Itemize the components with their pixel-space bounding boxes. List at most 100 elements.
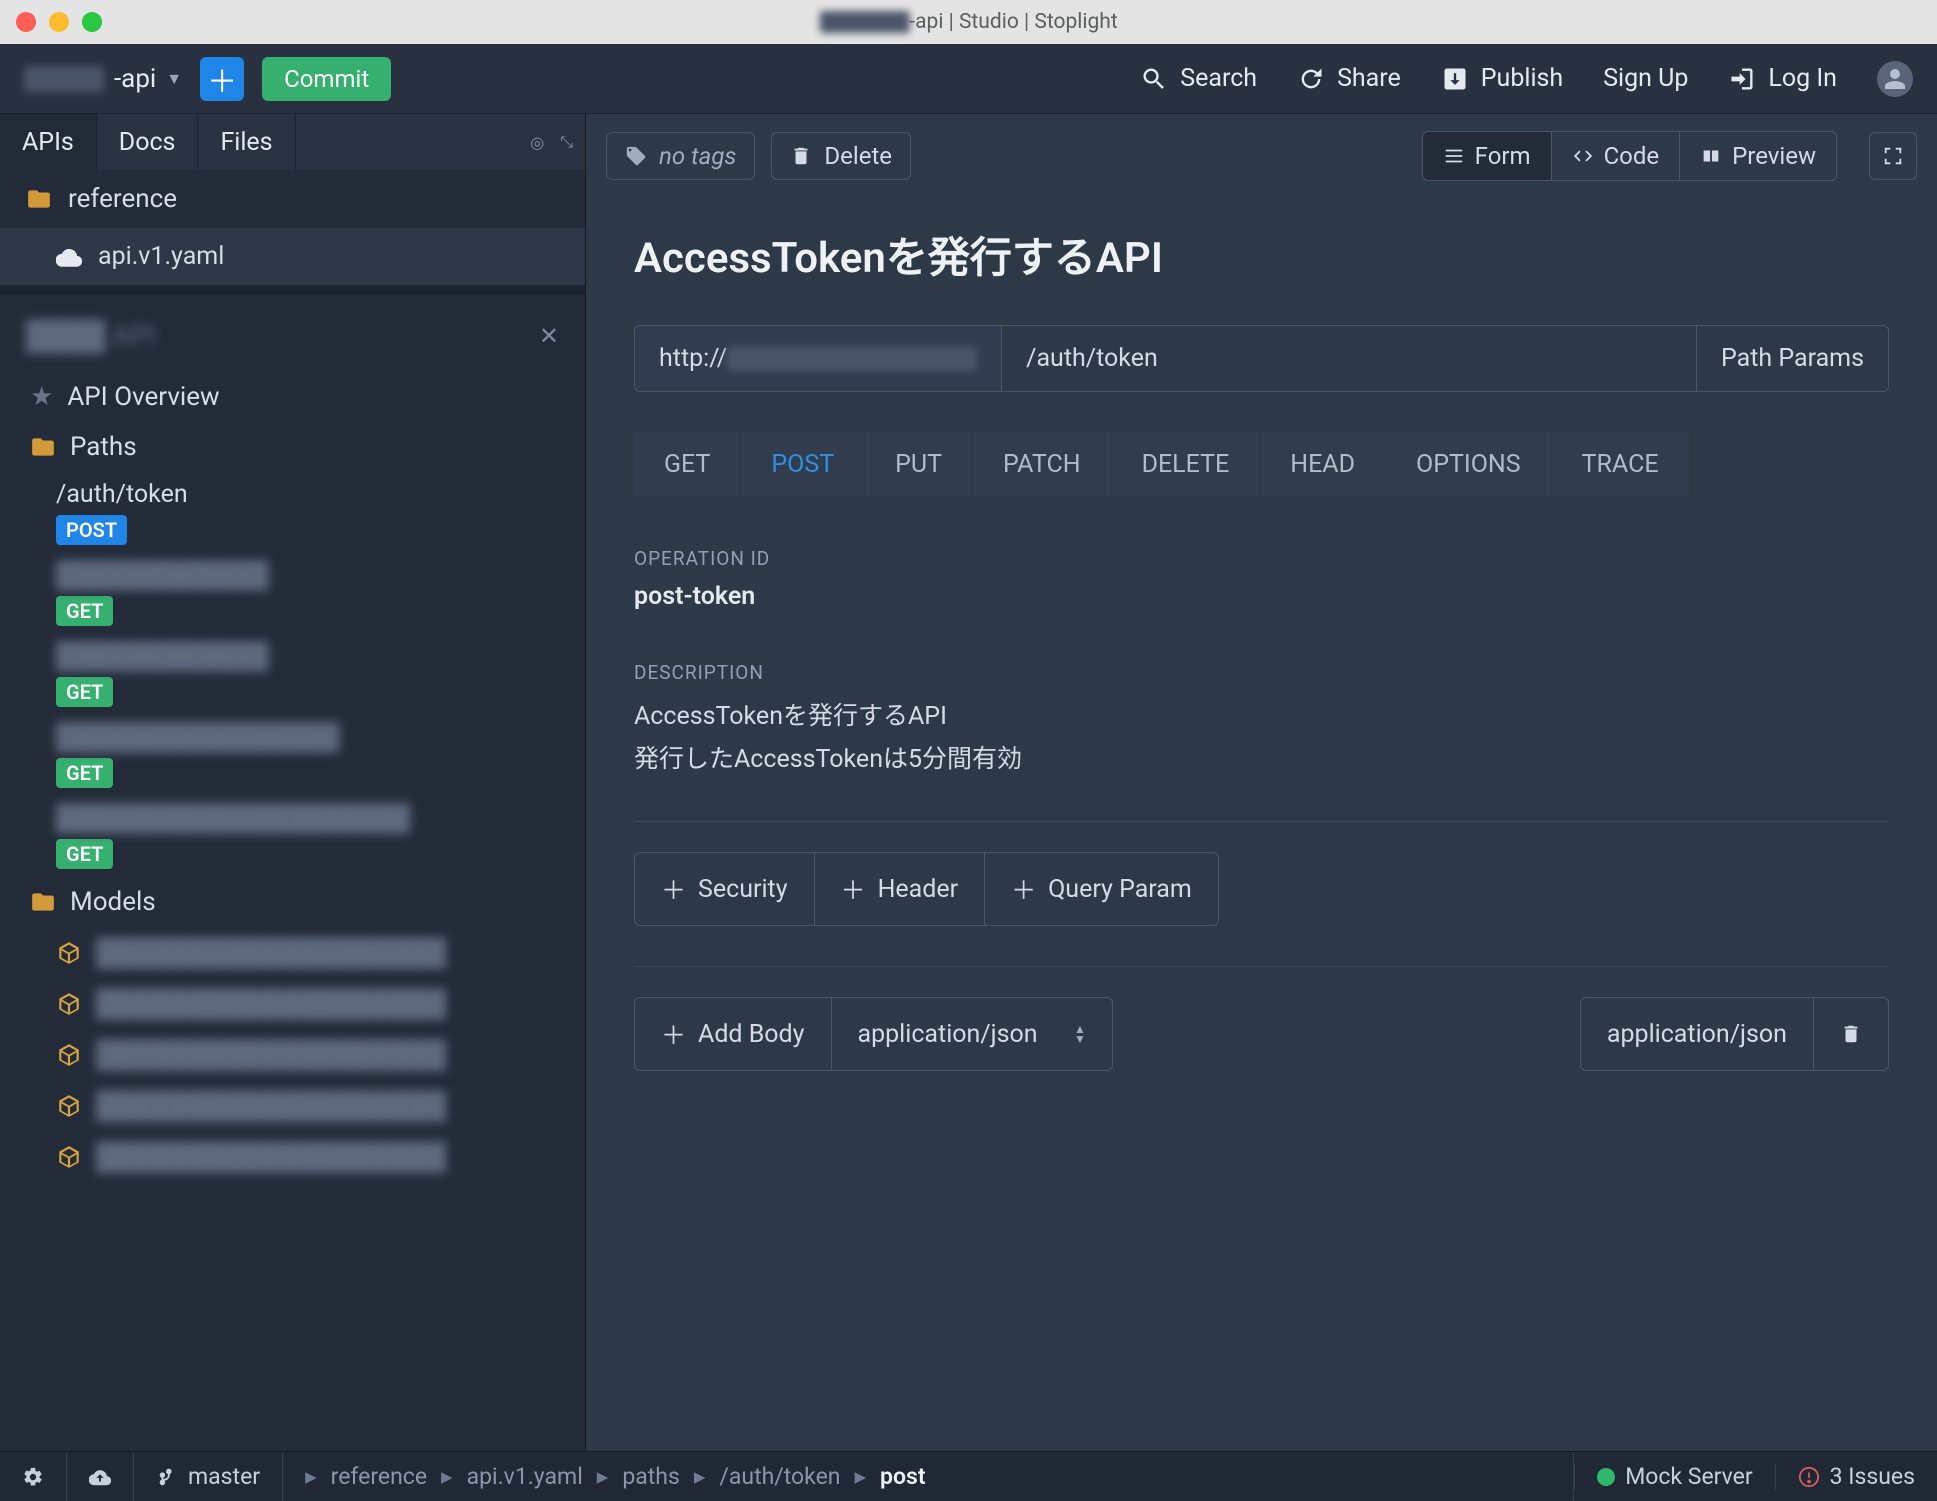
tab-docs[interactable]: Docs bbox=[97, 114, 199, 170]
caret-down-icon: ▼ bbox=[166, 69, 182, 89]
sidebar-model-item[interactable]: ███████████████████ bbox=[0, 927, 585, 978]
sidebar-model-item[interactable]: ███████████████████ bbox=[0, 1080, 585, 1131]
target-icon[interactable]: ◎ bbox=[530, 133, 544, 152]
path-params-button[interactable]: Path Params bbox=[1696, 326, 1888, 391]
login-button[interactable]: Log In bbox=[1728, 64, 1837, 93]
url-host[interactable]: http:// bbox=[635, 326, 1002, 391]
push-button[interactable] bbox=[67, 1452, 134, 1501]
chevron-right-icon: ▸ bbox=[441, 1463, 453, 1490]
url-path-input[interactable]: /auth/token bbox=[1002, 326, 1696, 391]
share-button[interactable]: Share bbox=[1297, 64, 1401, 93]
cloud-upload-icon bbox=[89, 1466, 111, 1488]
star-icon: ★ bbox=[30, 382, 53, 412]
publish-button[interactable]: Publish bbox=[1441, 64, 1563, 93]
login-icon bbox=[1728, 65, 1756, 93]
folder-reference[interactable]: reference bbox=[0, 170, 585, 228]
chevron-right-icon: ▸ bbox=[597, 1463, 609, 1490]
status-bar: master ▸ reference ▸ api.v1.yaml ▸ paths ▸ /aut… bbox=[0, 1451, 1937, 1501]
tab-files[interactable]: Files bbox=[198, 114, 295, 170]
operation-id-value: post-token bbox=[586, 582, 1937, 611]
sidebar-path-item[interactable]: ████████████████GET bbox=[0, 715, 585, 796]
api-section-header: ████ API ✕ bbox=[0, 295, 585, 372]
avatar[interactable] bbox=[1877, 61, 1913, 97]
page-title: AccessTokenを発行するAPI bbox=[586, 198, 1937, 295]
project-selector[interactable]: -api ▼ bbox=[24, 64, 182, 94]
view-code[interactable]: Code bbox=[1552, 132, 1681, 180]
tags-button[interactable]: no tags bbox=[606, 132, 755, 180]
chevron-right-icon: ▸ bbox=[855, 1463, 867, 1490]
method-badge: GET bbox=[56, 677, 113, 707]
chevron-right-icon: ▸ bbox=[694, 1463, 706, 1490]
plus-icon: ＋ bbox=[841, 871, 866, 907]
expand-button[interactable] bbox=[1869, 132, 1917, 180]
breadcrumb-segment[interactable]: api.v1.yaml bbox=[467, 1463, 583, 1490]
description-text: AccessTokenを発行するAPI 発行したAccessTokenは5分間有… bbox=[586, 696, 1937, 781]
breadcrumb-segment[interactable]: /auth/token bbox=[719, 1463, 840, 1490]
method-tab-post[interactable]: POST bbox=[741, 432, 865, 497]
delete-body-button[interactable] bbox=[1814, 998, 1888, 1070]
commit-button[interactable]: Commit bbox=[262, 57, 391, 101]
sidebar-model-item[interactable]: ███████████████████ bbox=[0, 1131, 585, 1182]
sidebar-path-item[interactable]: ████████████GET bbox=[0, 634, 585, 715]
breadcrumb-segment[interactable]: paths bbox=[622, 1463, 680, 1490]
mock-server-indicator[interactable]: Mock Server bbox=[1574, 1463, 1774, 1490]
add-security-button[interactable]: ＋Security bbox=[635, 853, 815, 925]
method-badge: GET bbox=[56, 758, 113, 788]
plus-icon: ＋ bbox=[661, 871, 686, 907]
tag-icon bbox=[625, 145, 647, 167]
cloud-icon bbox=[56, 244, 82, 270]
add-query-param-button[interactable]: ＋Query Param bbox=[985, 853, 1218, 925]
cube-icon bbox=[56, 1144, 82, 1170]
expand-icon bbox=[1882, 145, 1904, 167]
add-button[interactable]: ＋ bbox=[200, 57, 244, 101]
view-preview[interactable]: Preview bbox=[1680, 132, 1836, 180]
method-tab-trace[interactable]: TRACE bbox=[1552, 432, 1690, 497]
view-form[interactable]: Form bbox=[1423, 132, 1552, 180]
sidebar-item-models[interactable]: Models bbox=[0, 877, 585, 927]
method-tab-get[interactable]: GET bbox=[634, 432, 741, 497]
add-header-button[interactable]: ＋Header bbox=[815, 853, 986, 925]
method-tab-head[interactable]: HEAD bbox=[1260, 432, 1386, 497]
chevron-right-icon: ▸ bbox=[305, 1463, 317, 1490]
tab-apis[interactable]: APIs bbox=[0, 114, 97, 170]
signup-button[interactable]: Sign Up bbox=[1603, 64, 1688, 93]
cube-icon bbox=[56, 1093, 82, 1119]
sidebar-path-item[interactable]: /auth/tokenPOST bbox=[0, 472, 585, 553]
method-tab-delete[interactable]: DELETE bbox=[1112, 432, 1261, 497]
code-icon bbox=[1572, 145, 1594, 167]
close-icon[interactable]: ✕ bbox=[539, 322, 559, 350]
user-icon bbox=[1883, 67, 1907, 91]
breadcrumb-segment[interactable]: reference bbox=[331, 1463, 427, 1490]
issues-indicator[interactable]: 3 Issues bbox=[1775, 1463, 1937, 1490]
description-label: DESCRIPTION bbox=[586, 611, 1937, 696]
window-minimize-button[interactable] bbox=[49, 12, 69, 32]
delete-button[interactable]: Delete bbox=[771, 132, 911, 180]
content-area: no tags Delete Form Code Preview bbox=[586, 114, 1937, 1451]
operation-id-label: OPERATION ID bbox=[586, 497, 1937, 582]
method-tab-patch[interactable]: PATCH bbox=[973, 432, 1112, 497]
plus-icon: ＋ bbox=[1011, 871, 1036, 907]
search-icon bbox=[1140, 65, 1168, 93]
breadcrumb-segment[interactable]: post bbox=[880, 1463, 926, 1490]
method-badge: POST bbox=[56, 515, 127, 545]
search-button[interactable]: Search bbox=[1140, 64, 1257, 93]
window-zoom-button[interactable] bbox=[82, 12, 102, 32]
file-api-yaml[interactable]: api.v1.yaml bbox=[0, 228, 585, 285]
method-tab-options[interactable]: OPTIONS bbox=[1386, 432, 1552, 497]
branch-indicator[interactable]: master bbox=[134, 1452, 283, 1501]
window-close-button[interactable] bbox=[16, 12, 36, 32]
sidebar-model-item[interactable]: ███████████████████ bbox=[0, 1029, 585, 1080]
add-body-button[interactable]: ＋Add Body bbox=[635, 998, 832, 1070]
breadcrumb[interactable]: ▸ reference ▸ api.v1.yaml ▸ paths ▸ /auth/token… bbox=[283, 1452, 1574, 1501]
response-mime-select[interactable]: application/json bbox=[1581, 998, 1814, 1070]
sidebar-path-item[interactable]: ████████████████████GET bbox=[0, 796, 585, 877]
sidebar-model-item[interactable]: ███████████████████ bbox=[0, 978, 585, 1029]
settings-button[interactable] bbox=[0, 1452, 67, 1501]
method-tab-put[interactable]: PUT bbox=[865, 432, 973, 497]
publish-icon bbox=[1441, 65, 1469, 93]
body-mime-select[interactable]: application/json ▲▼ bbox=[832, 998, 1112, 1070]
sidebar-item-api-overview[interactable]: ★ API Overview bbox=[0, 372, 585, 422]
sidebar-path-item[interactable]: ████████████GET bbox=[0, 553, 585, 634]
sidebar-item-paths[interactable]: Paths bbox=[0, 422, 585, 472]
collapse-icon[interactable]: ⤡ bbox=[560, 132, 573, 152]
